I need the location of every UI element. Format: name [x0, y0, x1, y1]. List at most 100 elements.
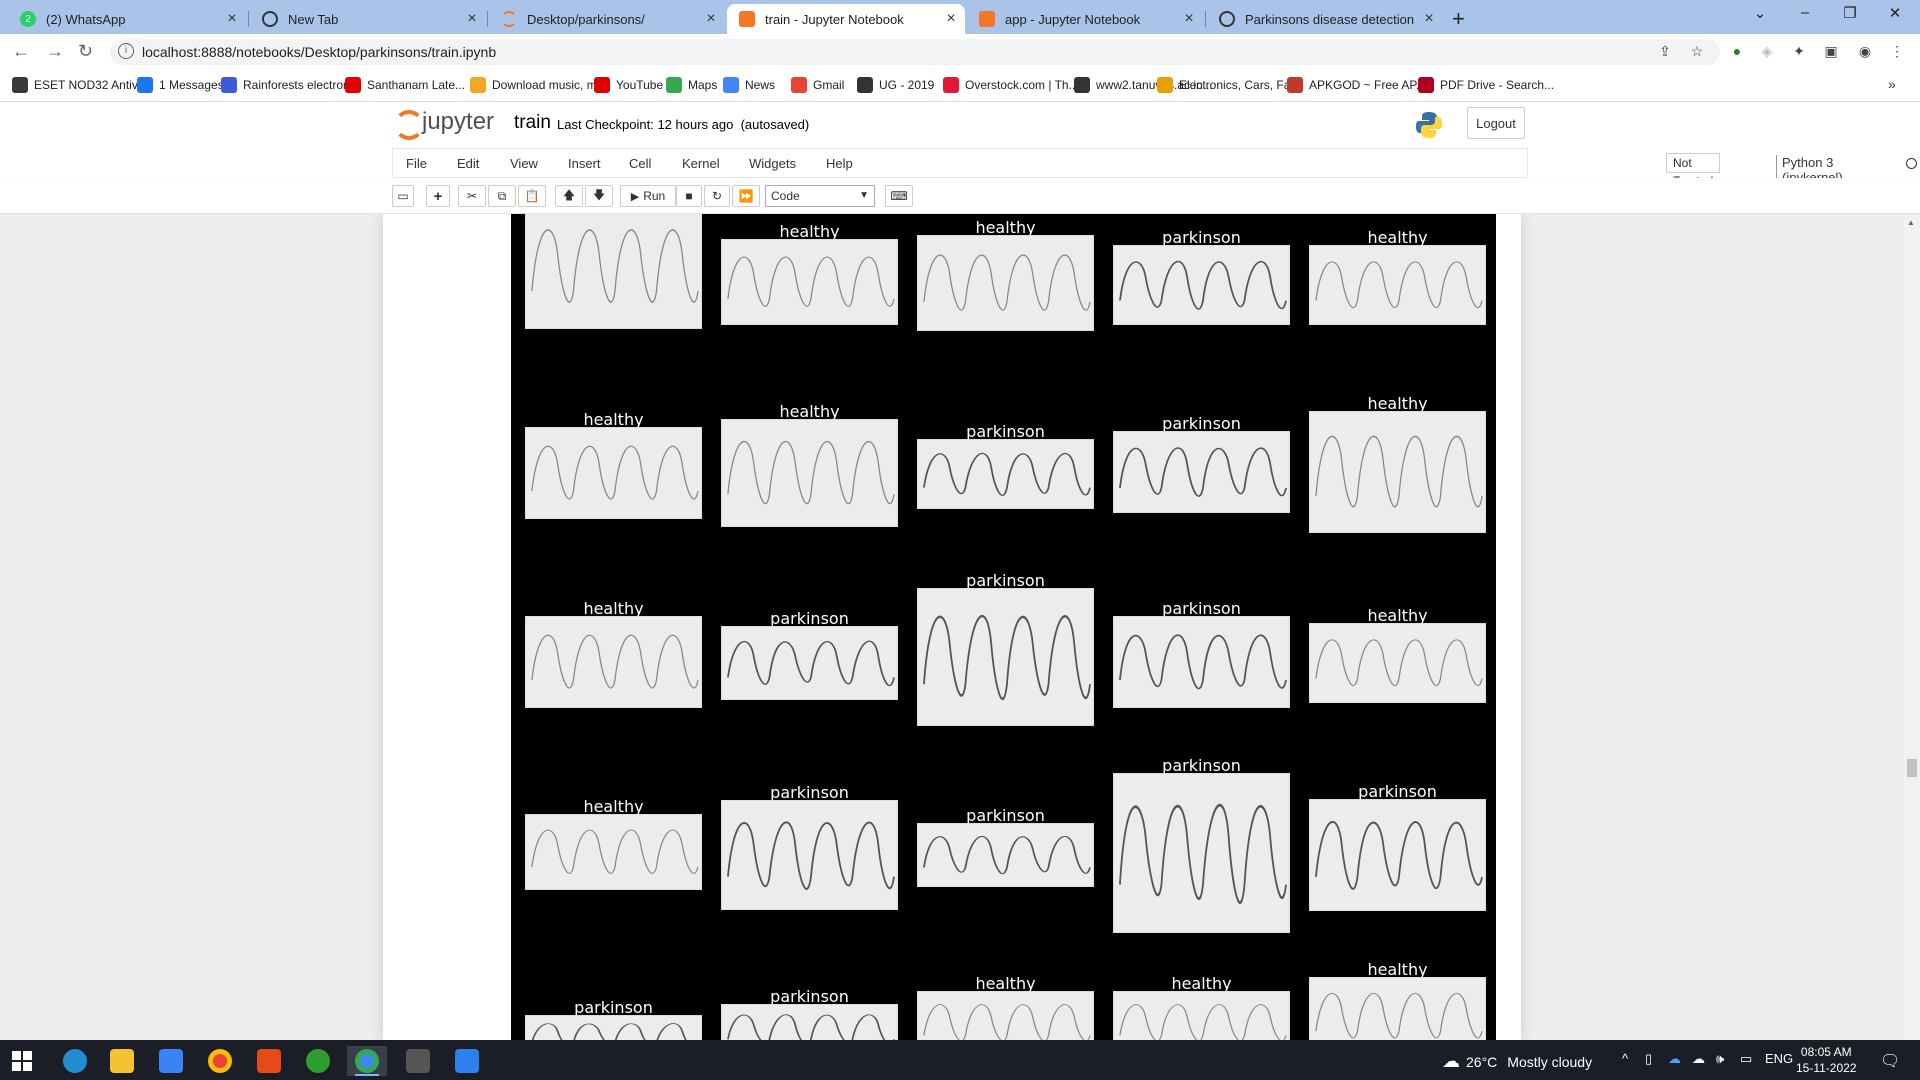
- file-explorer-icon[interactable]: [102, 1046, 142, 1076]
- menu-view[interactable]: View: [510, 156, 538, 171]
- bookmark-item[interactable]: Rainforests electron...: [221, 77, 360, 93]
- copy-icon[interactable]: ⧉: [488, 185, 516, 207]
- restore-icon[interactable]: ❐: [1830, 4, 1870, 22]
- drawing-image: [721, 800, 898, 910]
- url-text[interactable]: localhost:8888/notebooks/Desktop/parkins…: [142, 44, 496, 60]
- menu-file[interactable]: File: [406, 156, 427, 171]
- bookmark-item[interactable]: APKGOD ~ Free AP...: [1287, 77, 1426, 93]
- tab-new-tab[interactable]: New Tab ×: [250, 4, 486, 34]
- menu-help[interactable]: Help: [826, 156, 853, 171]
- bookmark-item[interactable]: Maps: [666, 77, 717, 93]
- insert-cell-plus-icon[interactable]: +: [426, 185, 450, 207]
- bookmark-item[interactable]: PDF Drive - Search...: [1418, 77, 1554, 93]
- vertical-scrollbar[interactable]: ▲: [1904, 214, 1920, 1040]
- profile-avatar-icon[interactable]: ◉: [1856, 43, 1874, 61]
- run-button[interactable]: ▶ Run: [620, 185, 676, 207]
- close-icon[interactable]: ×: [1175, 10, 1203, 28]
- weather-widget[interactable]: ☁ 26°C Mostly cloudy: [1442, 1051, 1592, 1072]
- cut-scissors-icon[interactable]: ✂: [458, 185, 486, 207]
- chrome-icon[interactable]: [200, 1046, 240, 1076]
- terminal-icon[interactable]: [398, 1046, 438, 1076]
- chrome-menu-icon[interactable]: ⋮: [1888, 43, 1906, 61]
- bookmark-item[interactable]: Gmail: [791, 77, 844, 93]
- chrome-active-icon[interactable]: [347, 1046, 387, 1076]
- forward-arrow-icon[interactable]: →: [46, 41, 64, 62]
- restart-run-all-icon[interactable]: ⏩: [732, 185, 760, 207]
- notebook-name[interactable]: train: [514, 112, 551, 134]
- save-icon[interactable]: ▭: [392, 185, 414, 207]
- close-icon[interactable]: ×: [697, 10, 725, 28]
- reload-icon[interactable]: ↻: [78, 41, 93, 62]
- bookmark-item[interactable]: YouTube: [594, 77, 663, 93]
- notebook-scroll-area[interactable]: healthy healthy parkinson healthy healthy hea…: [0, 214, 1920, 1040]
- logout-button[interactable]: Logout: [1467, 107, 1525, 139]
- minimize-icon[interactable]: –: [1785, 4, 1825, 21]
- bookmark-item[interactable]: UG - 2019: [857, 77, 934, 93]
- interrupt-stop-icon[interactable]: ■: [676, 185, 702, 207]
- move-up-arrow-icon[interactable]: 🡅: [555, 185, 583, 207]
- extension-globe-icon[interactable]: ●: [1728, 43, 1746, 61]
- cell-type-select[interactable]: Code ▼: [765, 185, 875, 207]
- windows-start-icon[interactable]: [2, 1046, 42, 1076]
- bookmark-item[interactable]: Santhanam Late...: [345, 77, 465, 93]
- bookmark-star-icon[interactable]: ☆: [1688, 43, 1706, 61]
- tab-train-notebook[interactable]: train - Jupyter Notebook ×: [727, 4, 965, 34]
- share-icon[interactable]: ⇪: [1656, 43, 1674, 61]
- bookmark-label: ESET NOD32 Antivir...: [34, 78, 154, 92]
- close-icon[interactable]: ×: [937, 10, 965, 28]
- tray-chevron-up-icon[interactable]: ^: [1622, 1051, 1628, 1066]
- close-icon[interactable]: ×: [218, 10, 246, 28]
- tab-parkinsons-detection[interactable]: Parkinsons disease detection ×: [1207, 4, 1443, 34]
- close-icon[interactable]: ×: [458, 10, 486, 28]
- menu-widgets[interactable]: Widgets: [749, 156, 796, 171]
- scrollbar-thumb[interactable]: [1907, 759, 1917, 777]
- edge-icon[interactable]: [55, 1046, 95, 1076]
- drawing-image: [721, 239, 898, 325]
- xbox-icon[interactable]: [298, 1046, 338, 1076]
- menu-kernel[interactable]: Kernel: [682, 156, 720, 171]
- youtube-icon: [594, 77, 610, 93]
- bookmark-item[interactable]: Download music, m...: [470, 77, 607, 93]
- jupyter-icon: [739, 11, 755, 27]
- close-window-icon[interactable]: ✕: [1875, 4, 1915, 22]
- photos-icon[interactable]: [447, 1046, 487, 1076]
- tab-desktop-parkinsons[interactable]: Desktop/parkinsons/ ×: [489, 4, 725, 34]
- move-down-arrow-icon[interactable]: 🡇: [585, 185, 613, 207]
- tab-app-notebook[interactable]: app - Jupyter Notebook ×: [967, 4, 1203, 34]
- side-panel-icon[interactable]: ▣: [1822, 43, 1840, 61]
- bookmark-item[interactable]: Overstock.com | Th...: [943, 77, 1079, 93]
- office-icon[interactable]: [249, 1046, 289, 1076]
- omnibox[interactable]: i localhost:8888/notebooks/Desktop/parki…: [110, 39, 1720, 65]
- network-icon[interactable]: ▭: [1740, 1051, 1752, 1067]
- volume-icon[interactable]: 🕪: [1716, 1051, 1724, 1067]
- restart-kernel-icon[interactable]: ↻: [704, 185, 730, 207]
- extensions-puzzle-icon[interactable]: ✦: [1790, 43, 1808, 61]
- menu-edit[interactable]: Edit: [457, 156, 479, 171]
- tray-device-icon[interactable]: ▯: [1645, 1051, 1652, 1067]
- tab-whatsapp[interactable]: 2 (2) WhatsApp ×: [8, 4, 246, 34]
- bookmark-item[interactable]: Electronics, Cars, Fa...: [1157, 77, 1300, 93]
- extension-shield-icon[interactable]: ◈: [1758, 43, 1776, 61]
- jupyter-logo[interactable]: jupyter: [392, 108, 494, 140]
- store-icon[interactable]: [151, 1046, 191, 1076]
- new-tab-plus-icon[interactable]: +: [1452, 6, 1465, 32]
- menu-insert[interactable]: Insert: [568, 156, 601, 171]
- menu-cell[interactable]: Cell: [629, 156, 651, 171]
- command-palette-keyboard-icon[interactable]: ⌨: [885, 185, 913, 207]
- tab-search-chevron-icon[interactable]: ⌄: [1740, 4, 1780, 22]
- more-bookmarks-chevron-icon[interactable]: »: [1888, 76, 1896, 92]
- site-info-icon[interactable]: i: [118, 43, 134, 59]
- bookmark-item[interactable]: 1 Messages: [137, 77, 224, 93]
- not-trusted-indicator[interactable]: Not Trusted: [1666, 153, 1721, 188]
- clock[interactable]: 08:05 AM 15-11-2022: [1796, 1044, 1857, 1076]
- paste-icon[interactable]: 📋: [518, 185, 546, 207]
- onedrive-personal-icon[interactable]: ☁: [1692, 1051, 1705, 1067]
- onedrive-cloud-icon[interactable]: ☁: [1668, 1051, 1681, 1067]
- back-arrow-icon[interactable]: ←: [12, 41, 30, 62]
- scroll-up-arrow-icon[interactable]: ▲: [1907, 218, 1915, 227]
- language-indicator[interactable]: ENG: [1765, 1051, 1793, 1066]
- notifications-icon[interactable]: 🗨: [1880, 1051, 1900, 1071]
- close-icon[interactable]: ×: [1415, 10, 1443, 28]
- bookmark-item[interactable]: News: [723, 77, 775, 93]
- bookmark-item[interactable]: ESET NOD32 Antivir...: [12, 77, 154, 93]
